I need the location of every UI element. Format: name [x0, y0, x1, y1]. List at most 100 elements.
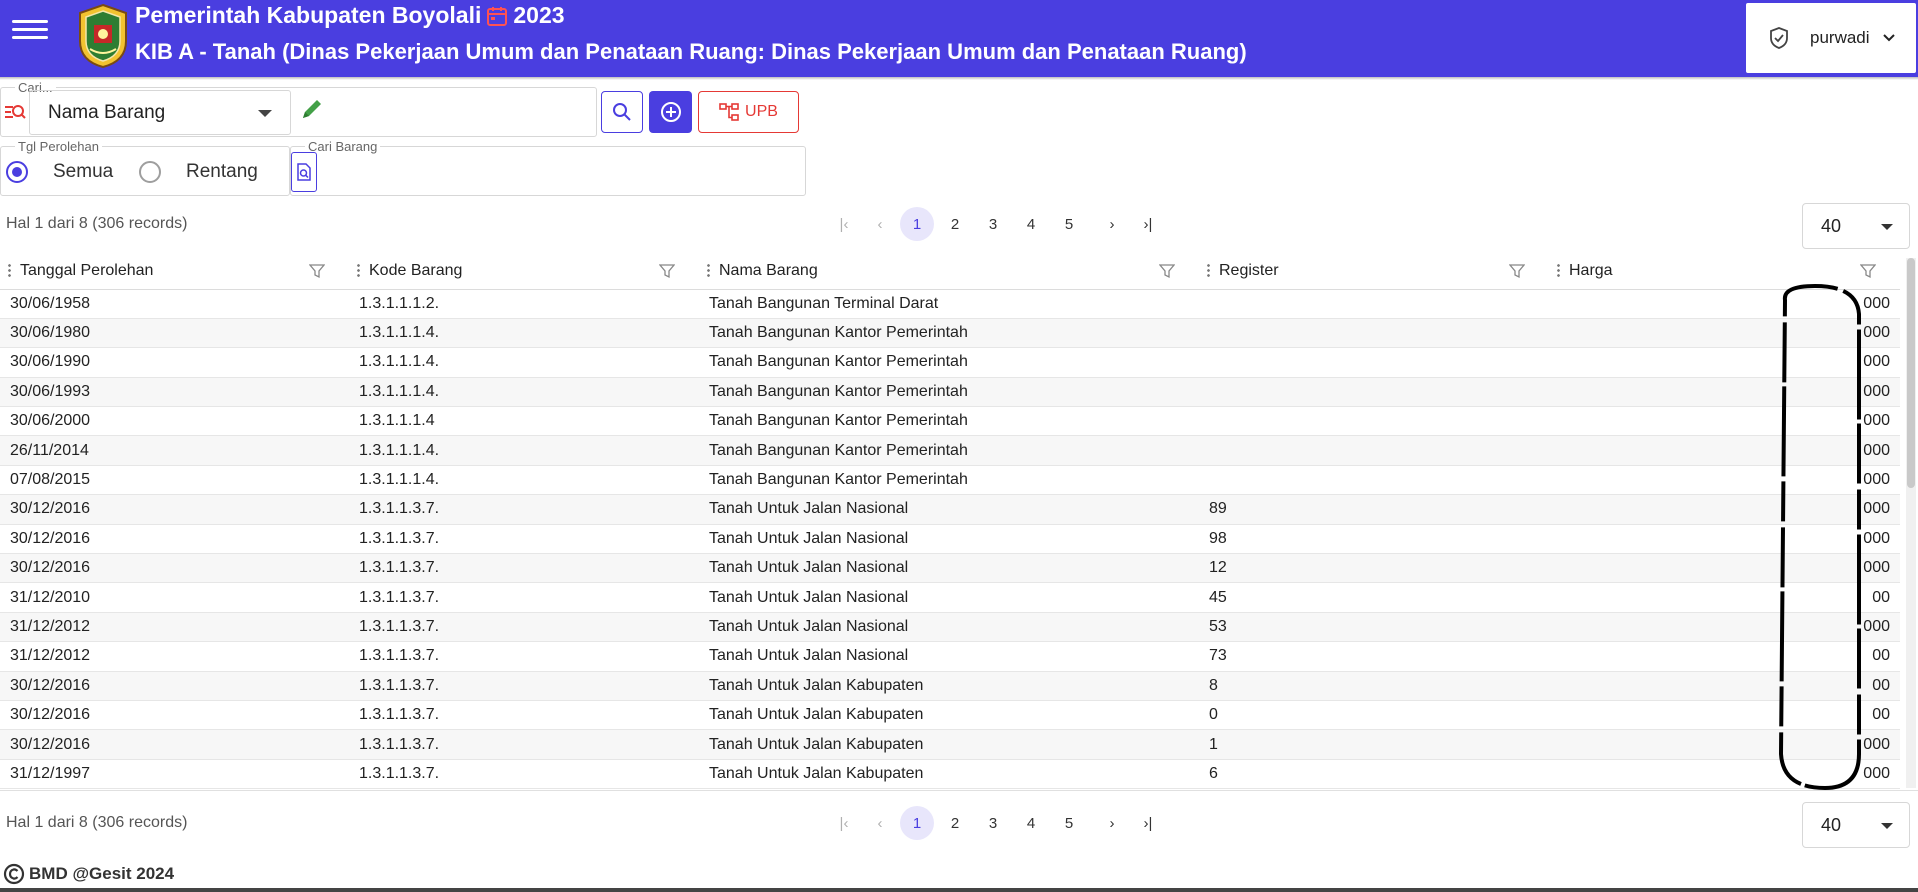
cell-nama: Tanah Untuk Jalan Nasional	[699, 612, 1199, 643]
cell-kode: 1.3.1.1.3.7.	[349, 612, 699, 643]
cell-register: 45	[1199, 582, 1549, 613]
column-grip-icon[interactable]	[707, 263, 710, 277]
table-row[interactable]: 30/12/2016 1.3.1.1.3.7. Tanah Untuk Jalan …	[0, 553, 1900, 584]
per-page-select[interactable]: 40	[1802, 802, 1910, 848]
table-row[interactable]: 26/11/2014 1.3.1.1.1.4. Tanah Bangunan Kan…	[0, 435, 1900, 466]
table-row[interactable]: 31/12/1997 1.3.1.1.3.7. Tanah Untuk Jalan …	[0, 759, 1900, 790]
cell-register: 0	[1199, 700, 1549, 731]
col-nama-barang[interactable]: Nama Barang	[699, 253, 1199, 290]
table-row[interactable]: 30/12/2016 1.3.1.1.3.7. Tanah Untuk Jalan …	[0, 494, 1900, 525]
cell-kode: 1.3.1.1.3.7.	[349, 671, 699, 701]
filter-icon[interactable]	[1159, 263, 1175, 279]
cell-nama: Tanah Bangunan Kantor Pemerintah	[699, 435, 1199, 466]
cari-barang-legend: Cari Barang	[305, 139, 381, 154]
scrollbar-thumb[interactable]	[1907, 258, 1915, 488]
cell-harga: 000	[1549, 524, 1900, 555]
table-row[interactable]: 30/12/2016 1.3.1.1.3.7. Tanah Untuk Jalan …	[0, 671, 1900, 701]
chevron-down-icon	[1882, 34, 1895, 42]
column-grip-icon[interactable]	[357, 263, 360, 277]
prev-page-icon[interactable]: ‹	[862, 206, 898, 242]
cell-register	[1199, 347, 1549, 378]
caret-down-icon	[258, 110, 272, 117]
page-2[interactable]: 2	[936, 206, 974, 242]
user-menu-button[interactable]: purwadi	[1746, 3, 1916, 73]
filter-icon[interactable]	[309, 263, 325, 279]
table-row[interactable]: 31/12/2012 1.3.1.1.3.7. Tanah Untuk Jalan …	[0, 612, 1900, 643]
page-1[interactable]: 1	[900, 806, 934, 840]
cell-kode: 1.3.1.1.3.7.	[349, 582, 699, 613]
page-4[interactable]: 4	[1012, 206, 1050, 242]
cell-harga: 00	[1549, 582, 1900, 613]
col-kode-barang[interactable]: Kode Barang	[349, 253, 699, 290]
cell-nama: Tanah Bangunan Kantor Pemerintah	[699, 347, 1199, 378]
search-field-select[interactable]: Nama Barang	[29, 90, 291, 135]
upb-button[interactable]: UPB	[698, 91, 799, 133]
table-body: 30/06/1958 1.3.1.1.1.2. Tanah Bangunan Ter…	[0, 289, 1900, 790]
search-filter-icon[interactable]	[4, 101, 26, 123]
column-grip-icon[interactable]	[8, 263, 11, 277]
cell-kode: 1.3.1.1.1.2.	[349, 289, 699, 319]
app-title-row: Pemerintah Kabupaten Boyolali 2023	[135, 2, 565, 29]
page-4[interactable]: 4	[1012, 805, 1050, 841]
col-register[interactable]: Register	[1199, 253, 1549, 290]
first-page-icon[interactable]: |‹	[826, 805, 862, 841]
radio-rentang[interactable]	[139, 161, 161, 183]
cell-tanggal: 30/12/2016	[0, 700, 349, 731]
radio-semua[interactable]	[6, 161, 28, 183]
page-5[interactable]: 5	[1050, 206, 1088, 242]
next-page-icon[interactable]: ›	[1094, 206, 1130, 242]
cari-barang-button[interactable]	[291, 152, 317, 192]
page-2[interactable]: 2	[936, 805, 974, 841]
header-shadow	[0, 77, 1918, 80]
app-footer: BMD @Gesit 2024	[0, 860, 1918, 888]
footer-text: BMD @Gesit 2024	[29, 864, 175, 883]
hamburger-menu-icon[interactable]	[12, 15, 48, 45]
radio-semua-label[interactable]: Semua	[53, 161, 113, 183]
column-grip-icon[interactable]	[1557, 263, 1560, 277]
pagination-info: Hal 1 dari 8 (306 records)	[6, 215, 188, 232]
per-page-select[interactable]: 40	[1802, 203, 1910, 249]
page-3[interactable]: 3	[974, 805, 1012, 841]
table-row[interactable]: 07/08/2015 1.3.1.1.1.4. Tanah Bangunan Kan…	[0, 465, 1900, 496]
add-button[interactable]	[649, 91, 692, 133]
first-page-icon[interactable]: |‹	[826, 206, 862, 242]
next-page-icon[interactable]: ›	[1094, 805, 1130, 841]
cell-nama: Tanah Untuk Jalan Nasional	[699, 641, 1199, 672]
upb-label: UPB	[745, 103, 778, 120]
table-row[interactable]: 30/12/2016 1.3.1.1.3.7. Tanah Untuk Jalan …	[0, 729, 1900, 760]
table-row[interactable]: 30/12/2016 1.3.1.1.3.7. Tanah Untuk Jalan …	[0, 700, 1900, 731]
fiscal-year[interactable]: 2023	[513, 2, 564, 29]
table-row[interactable]: 30/12/2016 1.3.1.1.3.7. Tanah Untuk Jalan …	[0, 524, 1900, 555]
search-button[interactable]	[601, 91, 643, 133]
cell-register	[1199, 406, 1549, 437]
table-row[interactable]: 30/06/1993 1.3.1.1.1.4. Tanah Bangunan Kan…	[0, 377, 1900, 408]
calendar-icon[interactable]	[485, 4, 509, 28]
cell-harga: 000	[1549, 289, 1900, 319]
col-tanggal-perolehan[interactable]: Tanggal Perolehan	[0, 253, 349, 290]
filter-icon[interactable]	[1860, 263, 1876, 279]
prev-page-icon[interactable]: ‹	[862, 805, 898, 841]
radio-rentang-label[interactable]: Rentang	[186, 161, 258, 183]
last-page-icon[interactable]: ›|	[1130, 805, 1166, 841]
table-row[interactable]: 30/06/1958 1.3.1.1.1.2. Tanah Bangunan Ter…	[0, 289, 1900, 319]
cell-harga: 000	[1549, 759, 1900, 790]
table-row[interactable]: 30/06/1980 1.3.1.1.1.4. Tanah Bangunan Kan…	[0, 318, 1900, 349]
table-row[interactable]: 30/06/2000 1.3.1.1.1.4 Tanah Bangunan Kant…	[0, 406, 1900, 437]
page-3[interactable]: 3	[974, 206, 1012, 242]
table-row[interactable]: 31/12/2012 1.3.1.1.3.7. Tanah Untuk Jalan …	[0, 641, 1900, 672]
cell-harga: 000	[1549, 729, 1900, 760]
table-row[interactable]: 30/06/1990 1.3.1.1.1.4. Tanah Bangunan Kan…	[0, 347, 1900, 378]
column-grip-icon[interactable]	[1207, 263, 1210, 277]
col-harga[interactable]: Harga	[1549, 253, 1900, 290]
table-scrollbar[interactable]	[1906, 258, 1916, 788]
last-page-icon[interactable]: ›|	[1130, 206, 1166, 242]
table-row[interactable]: 31/12/2010 1.3.1.1.3.7. Tanah Untuk Jalan …	[0, 582, 1900, 613]
sitemap-icon	[719, 103, 739, 121]
page-5[interactable]: 5	[1050, 805, 1088, 841]
filter-icon[interactable]	[1509, 263, 1525, 279]
search-input[interactable]	[329, 96, 589, 130]
page-1[interactable]: 1	[900, 207, 934, 241]
pencil-icon	[303, 100, 321, 118]
cell-harga: 000	[1549, 435, 1900, 466]
filter-icon[interactable]	[659, 263, 675, 279]
